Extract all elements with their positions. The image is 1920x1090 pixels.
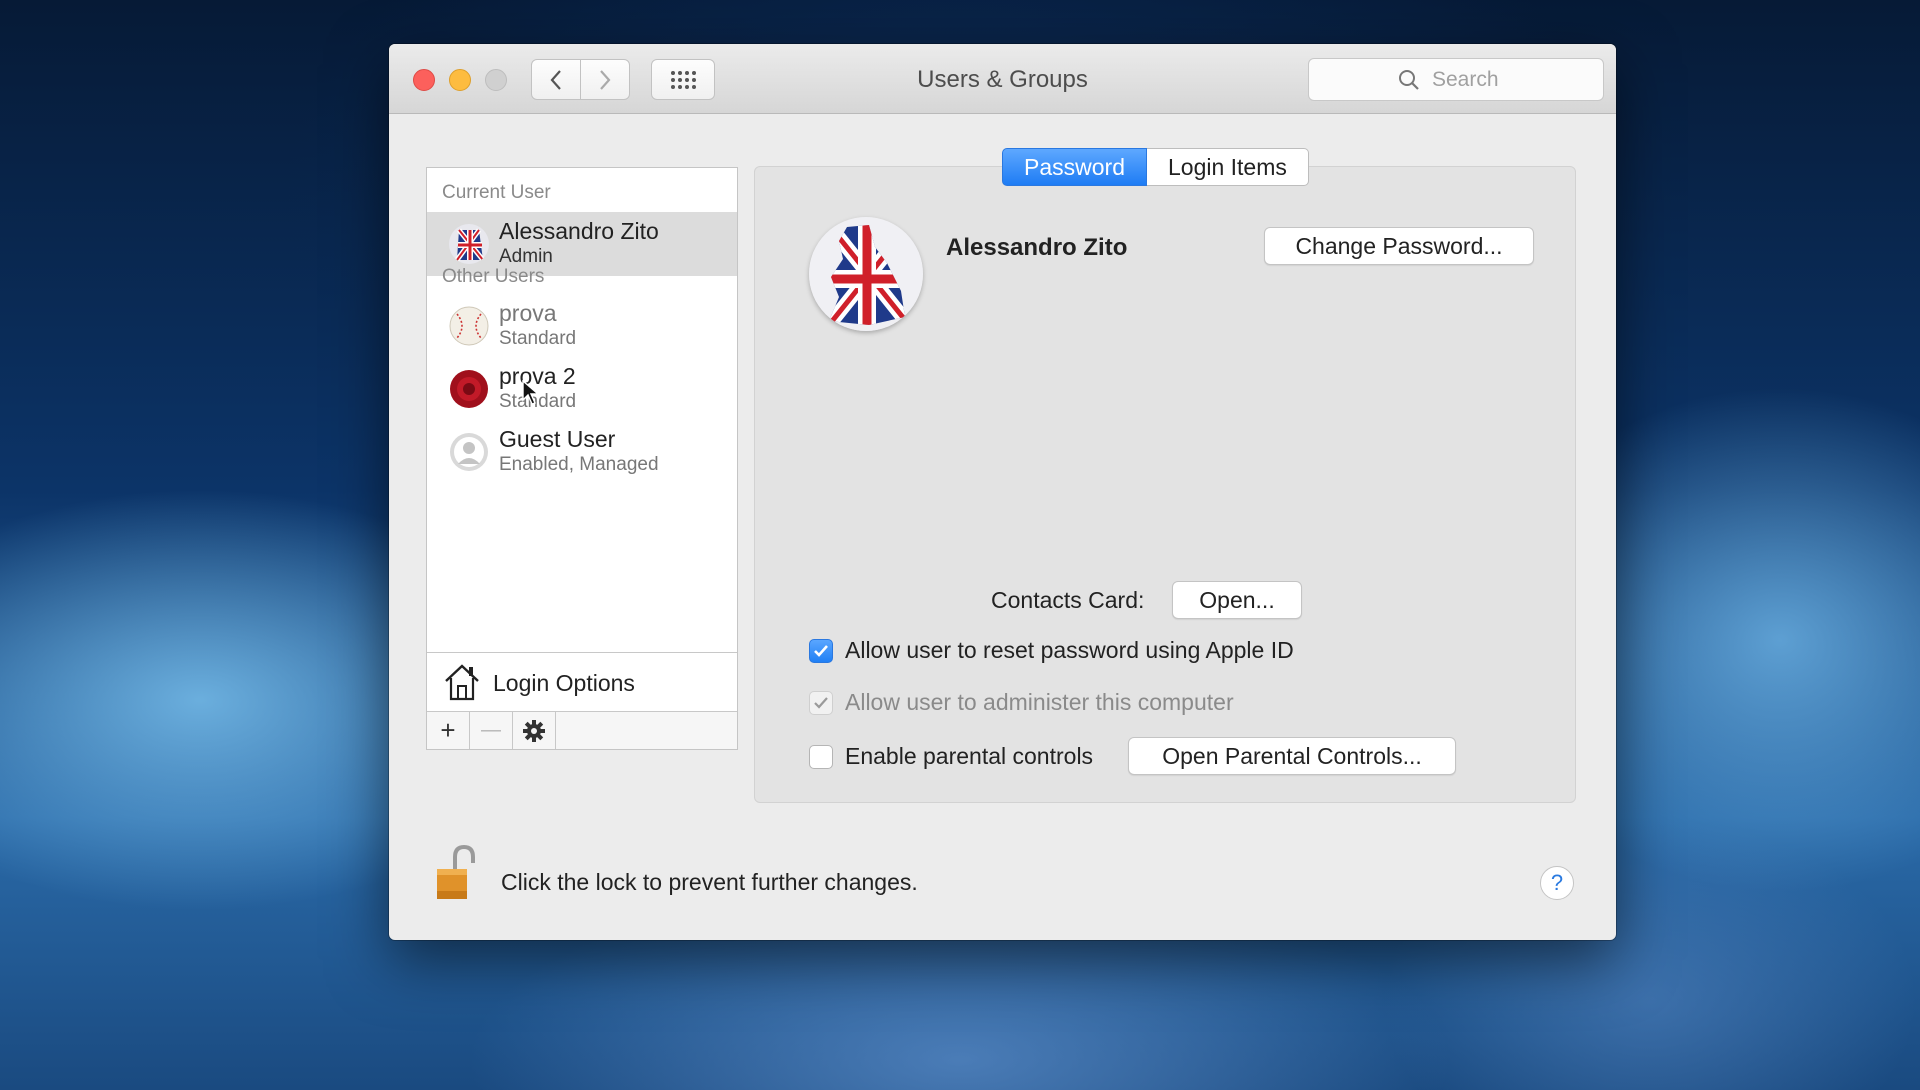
current-user-header: Current User xyxy=(442,182,551,203)
user-name: prova xyxy=(499,300,557,326)
full-name: Alessandro Zito xyxy=(946,234,1128,261)
checkmark-icon xyxy=(814,644,828,657)
user-role: Standard xyxy=(499,328,577,349)
user-picture[interactable] xyxy=(809,217,923,331)
contacts-card-label: Contacts Card: xyxy=(991,587,1145,613)
action-menu-button[interactable] xyxy=(513,712,556,749)
administer-label: Allow user to administer this computer xyxy=(845,689,1234,715)
parental-controls-checkbox-row[interactable]: Enable parental controls xyxy=(809,743,1093,770)
search-input[interactable] xyxy=(1430,66,1514,93)
search-field[interactable] xyxy=(1308,58,1604,101)
lock-message: Click the lock to prevent further change… xyxy=(501,869,918,895)
parental-controls-label: Enable parental controls xyxy=(845,743,1094,769)
list-toolbar: + — xyxy=(427,711,737,749)
reset-password-label: Allow user to reset password using Apple… xyxy=(845,637,1294,663)
user-name: Guest User xyxy=(499,426,616,452)
user-row-prova[interactable]: prova Standard xyxy=(427,294,737,358)
tab-password[interactable]: Password xyxy=(1002,148,1147,186)
user-row-guest[interactable]: Guest User Enabled, Managed xyxy=(427,420,737,484)
search-icon xyxy=(1399,69,1419,90)
union-jack-map-icon xyxy=(809,217,923,331)
add-user-button[interactable]: + xyxy=(427,712,470,749)
remove-user-button[interactable]: — xyxy=(470,712,513,749)
lock-button[interactable] xyxy=(433,843,477,908)
mouse-pointer-icon xyxy=(522,380,540,405)
reset-password-checkbox[interactable] xyxy=(809,638,833,663)
checkmark-icon xyxy=(814,696,828,709)
login-options-row[interactable]: Login Options xyxy=(427,652,737,711)
baseball-avatar-icon xyxy=(449,306,489,346)
user-row-prova-2[interactable]: prova 2 Standard xyxy=(427,357,737,421)
house-icon xyxy=(445,664,479,701)
other-users-header: Other Users xyxy=(442,266,545,287)
tab-login-items[interactable]: Login Items xyxy=(1146,148,1309,186)
union-jack-avatar-icon xyxy=(449,224,489,264)
tab-bar: Password Login Items xyxy=(1002,148,1309,186)
red-flower-avatar-icon xyxy=(449,369,489,409)
administer-checkbox xyxy=(809,690,833,715)
unlocked-padlock-icon xyxy=(437,844,475,899)
reset-password-checkbox-row[interactable]: Allow user to reset password using Apple… xyxy=(809,637,1294,664)
parental-controls-checkbox[interactable] xyxy=(809,744,833,769)
user-list: Current User Alessandro Zito Admin Other… xyxy=(426,167,738,750)
gear-icon xyxy=(523,719,545,742)
user-role: Enabled, Managed xyxy=(499,454,659,475)
open-parental-controls-button[interactable]: Open Parental Controls... xyxy=(1128,737,1456,775)
user-role: Admin xyxy=(499,246,553,267)
administer-checkbox-row: Allow user to administer this computer xyxy=(809,689,1234,716)
title-bar: Users & Groups xyxy=(389,44,1616,114)
help-button[interactable]: ? xyxy=(1540,866,1574,900)
login-options-label: Login Options xyxy=(493,670,635,696)
generic-user-avatar-icon xyxy=(449,432,489,472)
open-contacts-button[interactable]: Open... xyxy=(1172,581,1302,619)
user-name: Alessandro Zito xyxy=(499,218,659,244)
change-password-button[interactable]: Change Password... xyxy=(1264,227,1534,265)
